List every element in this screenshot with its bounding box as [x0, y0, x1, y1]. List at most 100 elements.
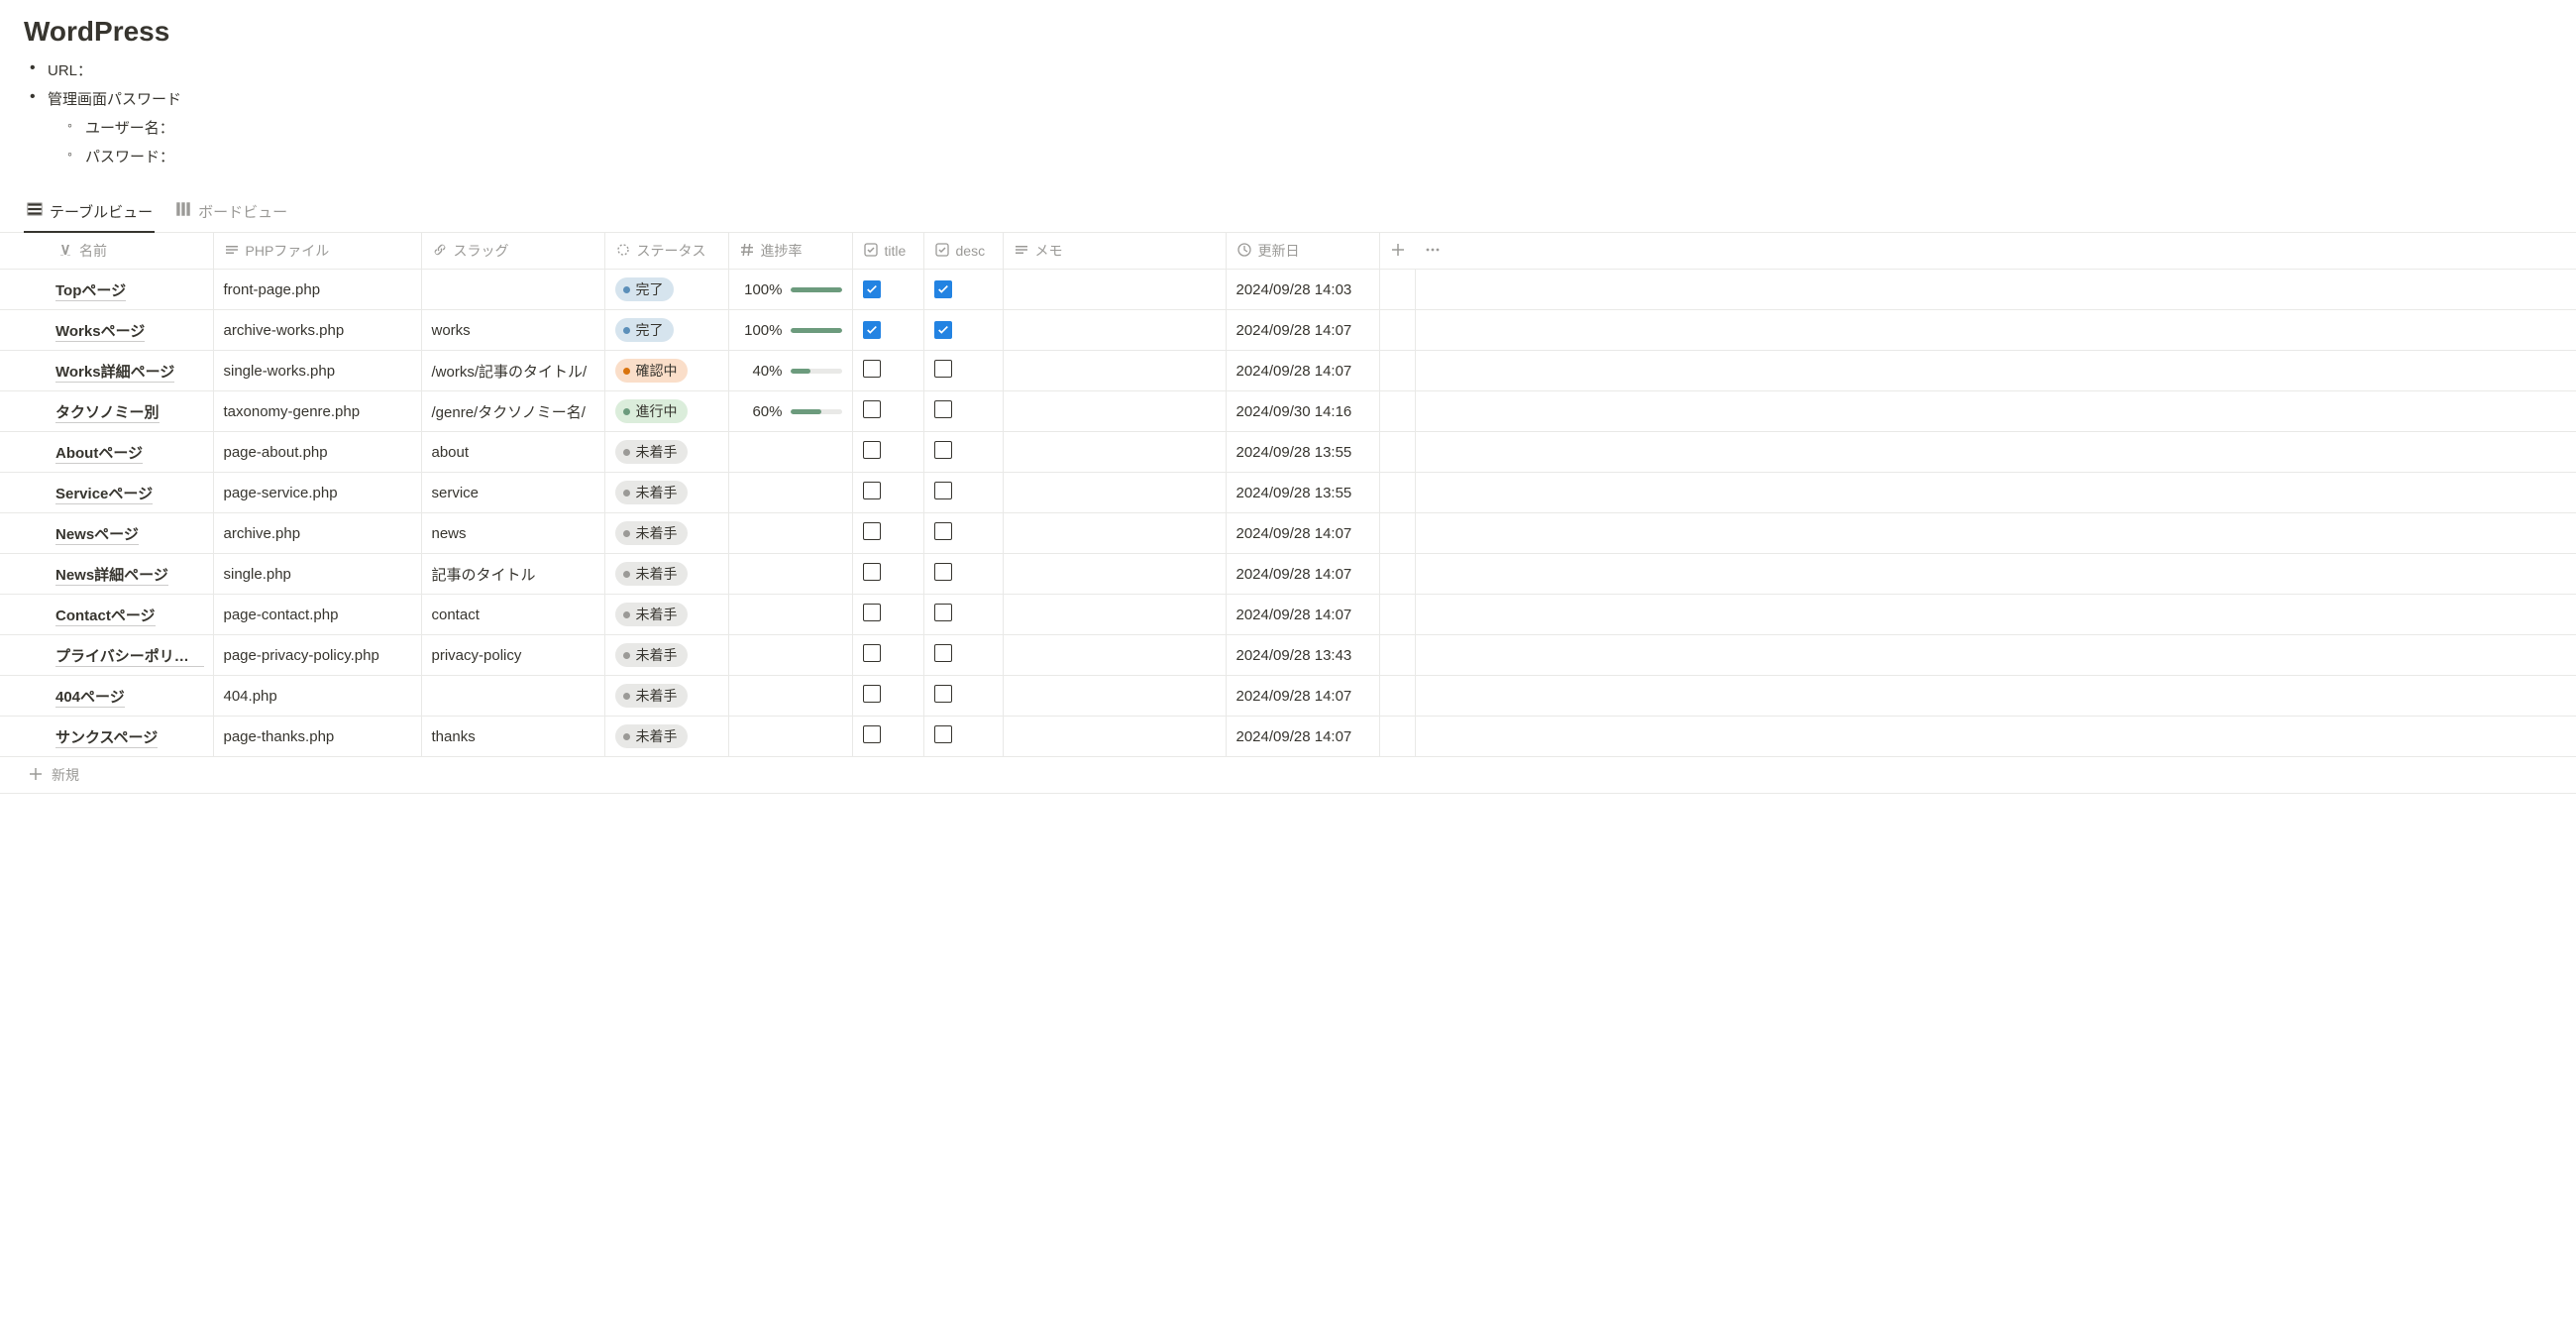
cell-slug[interactable]: about [421, 432, 604, 473]
cell-updated[interactable]: 2024/09/30 14:16 [1226, 391, 1379, 432]
cell-php[interactable]: archive-works.php [213, 310, 421, 351]
col-header-progress[interactable]: 進捗率 [728, 233, 852, 270]
cell-slug[interactable]: thanks [421, 717, 604, 757]
tab-board-view[interactable]: ボードビュー [172, 192, 289, 232]
cell-slug[interactable] [421, 676, 604, 717]
table-row[interactable]: Worksページarchive-works.phpworks完了100% 2024… [0, 310, 2576, 351]
cell-progress[interactable]: 40% [728, 351, 852, 391]
checkbox[interactable] [863, 685, 881, 703]
cell-updated[interactable]: 2024/09/28 14:07 [1226, 351, 1379, 391]
cell-progress[interactable] [728, 554, 852, 595]
cell-slug[interactable]: news [421, 513, 604, 554]
cell-desc-check[interactable] [923, 310, 1003, 351]
bullet-password[interactable]: パスワード： [61, 142, 2552, 170]
cell-name[interactable]: Worksページ [0, 310, 213, 351]
cell-status[interactable]: 未着手 [604, 432, 728, 473]
cell-title-check[interactable] [852, 554, 923, 595]
cell-progress[interactable]: 100% [728, 310, 852, 351]
cell-title-check[interactable] [852, 635, 923, 676]
cell-memo[interactable] [1003, 270, 1226, 310]
cell-name[interactable]: サンクスページ [0, 717, 213, 757]
cell-name[interactable]: Serviceページ [0, 473, 213, 513]
table-row[interactable]: プライバシーポリシーpage-privacy-policy.phpprivacy… [0, 635, 2576, 676]
cell-desc-check[interactable] [923, 391, 1003, 432]
cell-memo[interactable] [1003, 513, 1226, 554]
cell-memo[interactable] [1003, 310, 1226, 351]
checkbox[interactable] [863, 482, 881, 499]
cell-progress[interactable]: 60% [728, 391, 852, 432]
cell-updated[interactable]: 2024/09/28 14:07 [1226, 717, 1379, 757]
cell-php[interactable]: single.php [213, 554, 421, 595]
table-row[interactable]: Works詳細ページsingle-works.php/works/記事のタイトル… [0, 351, 2576, 391]
cell-title-check[interactable] [852, 717, 923, 757]
cell-status[interactable]: 未着手 [604, 473, 728, 513]
page-title[interactable]: WordPress [0, 0, 2576, 55]
table-row[interactable]: Newsページarchive.phpnews未着手2024/09/28 14:0… [0, 513, 2576, 554]
cell-updated[interactable]: 2024/09/28 14:07 [1226, 676, 1379, 717]
checkbox[interactable] [863, 280, 881, 298]
cell-title-check[interactable] [852, 595, 923, 635]
cell-name[interactable]: Aboutページ [0, 432, 213, 473]
checkbox[interactable] [934, 644, 952, 662]
checkbox[interactable] [934, 280, 952, 298]
cell-progress[interactable] [728, 473, 852, 513]
cell-status[interactable]: 完了 [604, 310, 728, 351]
table-row[interactable]: News詳細ページsingle.php記事のタイトル未着手2024/09/28 … [0, 554, 2576, 595]
cell-memo[interactable] [1003, 432, 1226, 473]
cell-slug[interactable]: /works/記事のタイトル/ [421, 351, 604, 391]
cell-updated[interactable]: 2024/09/28 14:07 [1226, 310, 1379, 351]
checkbox[interactable] [934, 321, 952, 339]
cell-name[interactable]: Works詳細ページ [0, 351, 213, 391]
cell-updated[interactable]: 2024/09/28 14:07 [1226, 554, 1379, 595]
cell-status[interactable]: 未着手 [604, 513, 728, 554]
cell-title-check[interactable] [852, 432, 923, 473]
table-row[interactable]: Aboutページpage-about.phpabout未着手2024/09/28… [0, 432, 2576, 473]
checkbox[interactable] [863, 563, 881, 581]
bullet-url[interactable]: URL： [24, 55, 2552, 84]
col-header-name[interactable]: 名前 [0, 233, 213, 270]
add-column-button[interactable] [1379, 233, 1415, 270]
table-row[interactable]: Topページfront-page.php完了100%2024/09/28 14:… [0, 270, 2576, 310]
cell-progress[interactable] [728, 717, 852, 757]
new-row-button[interactable]: 新規 [0, 757, 2576, 794]
checkbox[interactable] [934, 360, 952, 378]
cell-memo[interactable] [1003, 554, 1226, 595]
checkbox[interactable] [934, 522, 952, 540]
cell-status[interactable]: 完了 [604, 270, 728, 310]
cell-name[interactable]: タクソノミー別 [0, 391, 213, 432]
checkbox[interactable] [863, 644, 881, 662]
checkbox[interactable] [934, 563, 952, 581]
col-header-memo[interactable]: メモ [1003, 233, 1226, 270]
cell-status[interactable]: 未着手 [604, 676, 728, 717]
cell-php[interactable]: archive.php [213, 513, 421, 554]
cell-desc-check[interactable] [923, 432, 1003, 473]
cell-progress[interactable] [728, 513, 852, 554]
cell-desc-check[interactable] [923, 595, 1003, 635]
cell-desc-check[interactable] [923, 635, 1003, 676]
cell-title-check[interactable] [852, 513, 923, 554]
cell-php[interactable]: page-privacy-policy.php [213, 635, 421, 676]
cell-slug[interactable]: works [421, 310, 604, 351]
cell-status[interactable]: 進行中 [604, 391, 728, 432]
checkbox[interactable] [863, 360, 881, 378]
cell-slug[interactable] [421, 270, 604, 310]
col-header-slug[interactable]: スラッグ [421, 233, 604, 270]
cell-title-check[interactable] [852, 391, 923, 432]
cell-updated[interactable]: 2024/09/28 13:43 [1226, 635, 1379, 676]
cell-memo[interactable] [1003, 473, 1226, 513]
cell-progress[interactable] [728, 595, 852, 635]
cell-desc-check[interactable] [923, 717, 1003, 757]
checkbox[interactable] [934, 482, 952, 499]
cell-name[interactable]: Topページ [0, 270, 213, 310]
tab-table-view[interactable]: テーブルビュー [24, 192, 155, 232]
cell-desc-check[interactable] [923, 554, 1003, 595]
cell-title-check[interactable] [852, 676, 923, 717]
cell-updated[interactable]: 2024/09/28 13:55 [1226, 473, 1379, 513]
checkbox[interactable] [863, 725, 881, 743]
col-header-php[interactable]: PHPファイル [213, 233, 421, 270]
table-row[interactable]: サンクスページpage-thanks.phpthanks未着手2024/09/2… [0, 717, 2576, 757]
col-header-title[interactable]: title [852, 233, 923, 270]
cell-status[interactable]: 未着手 [604, 635, 728, 676]
cell-php[interactable]: front-page.php [213, 270, 421, 310]
col-header-desc[interactable]: desc [923, 233, 1003, 270]
